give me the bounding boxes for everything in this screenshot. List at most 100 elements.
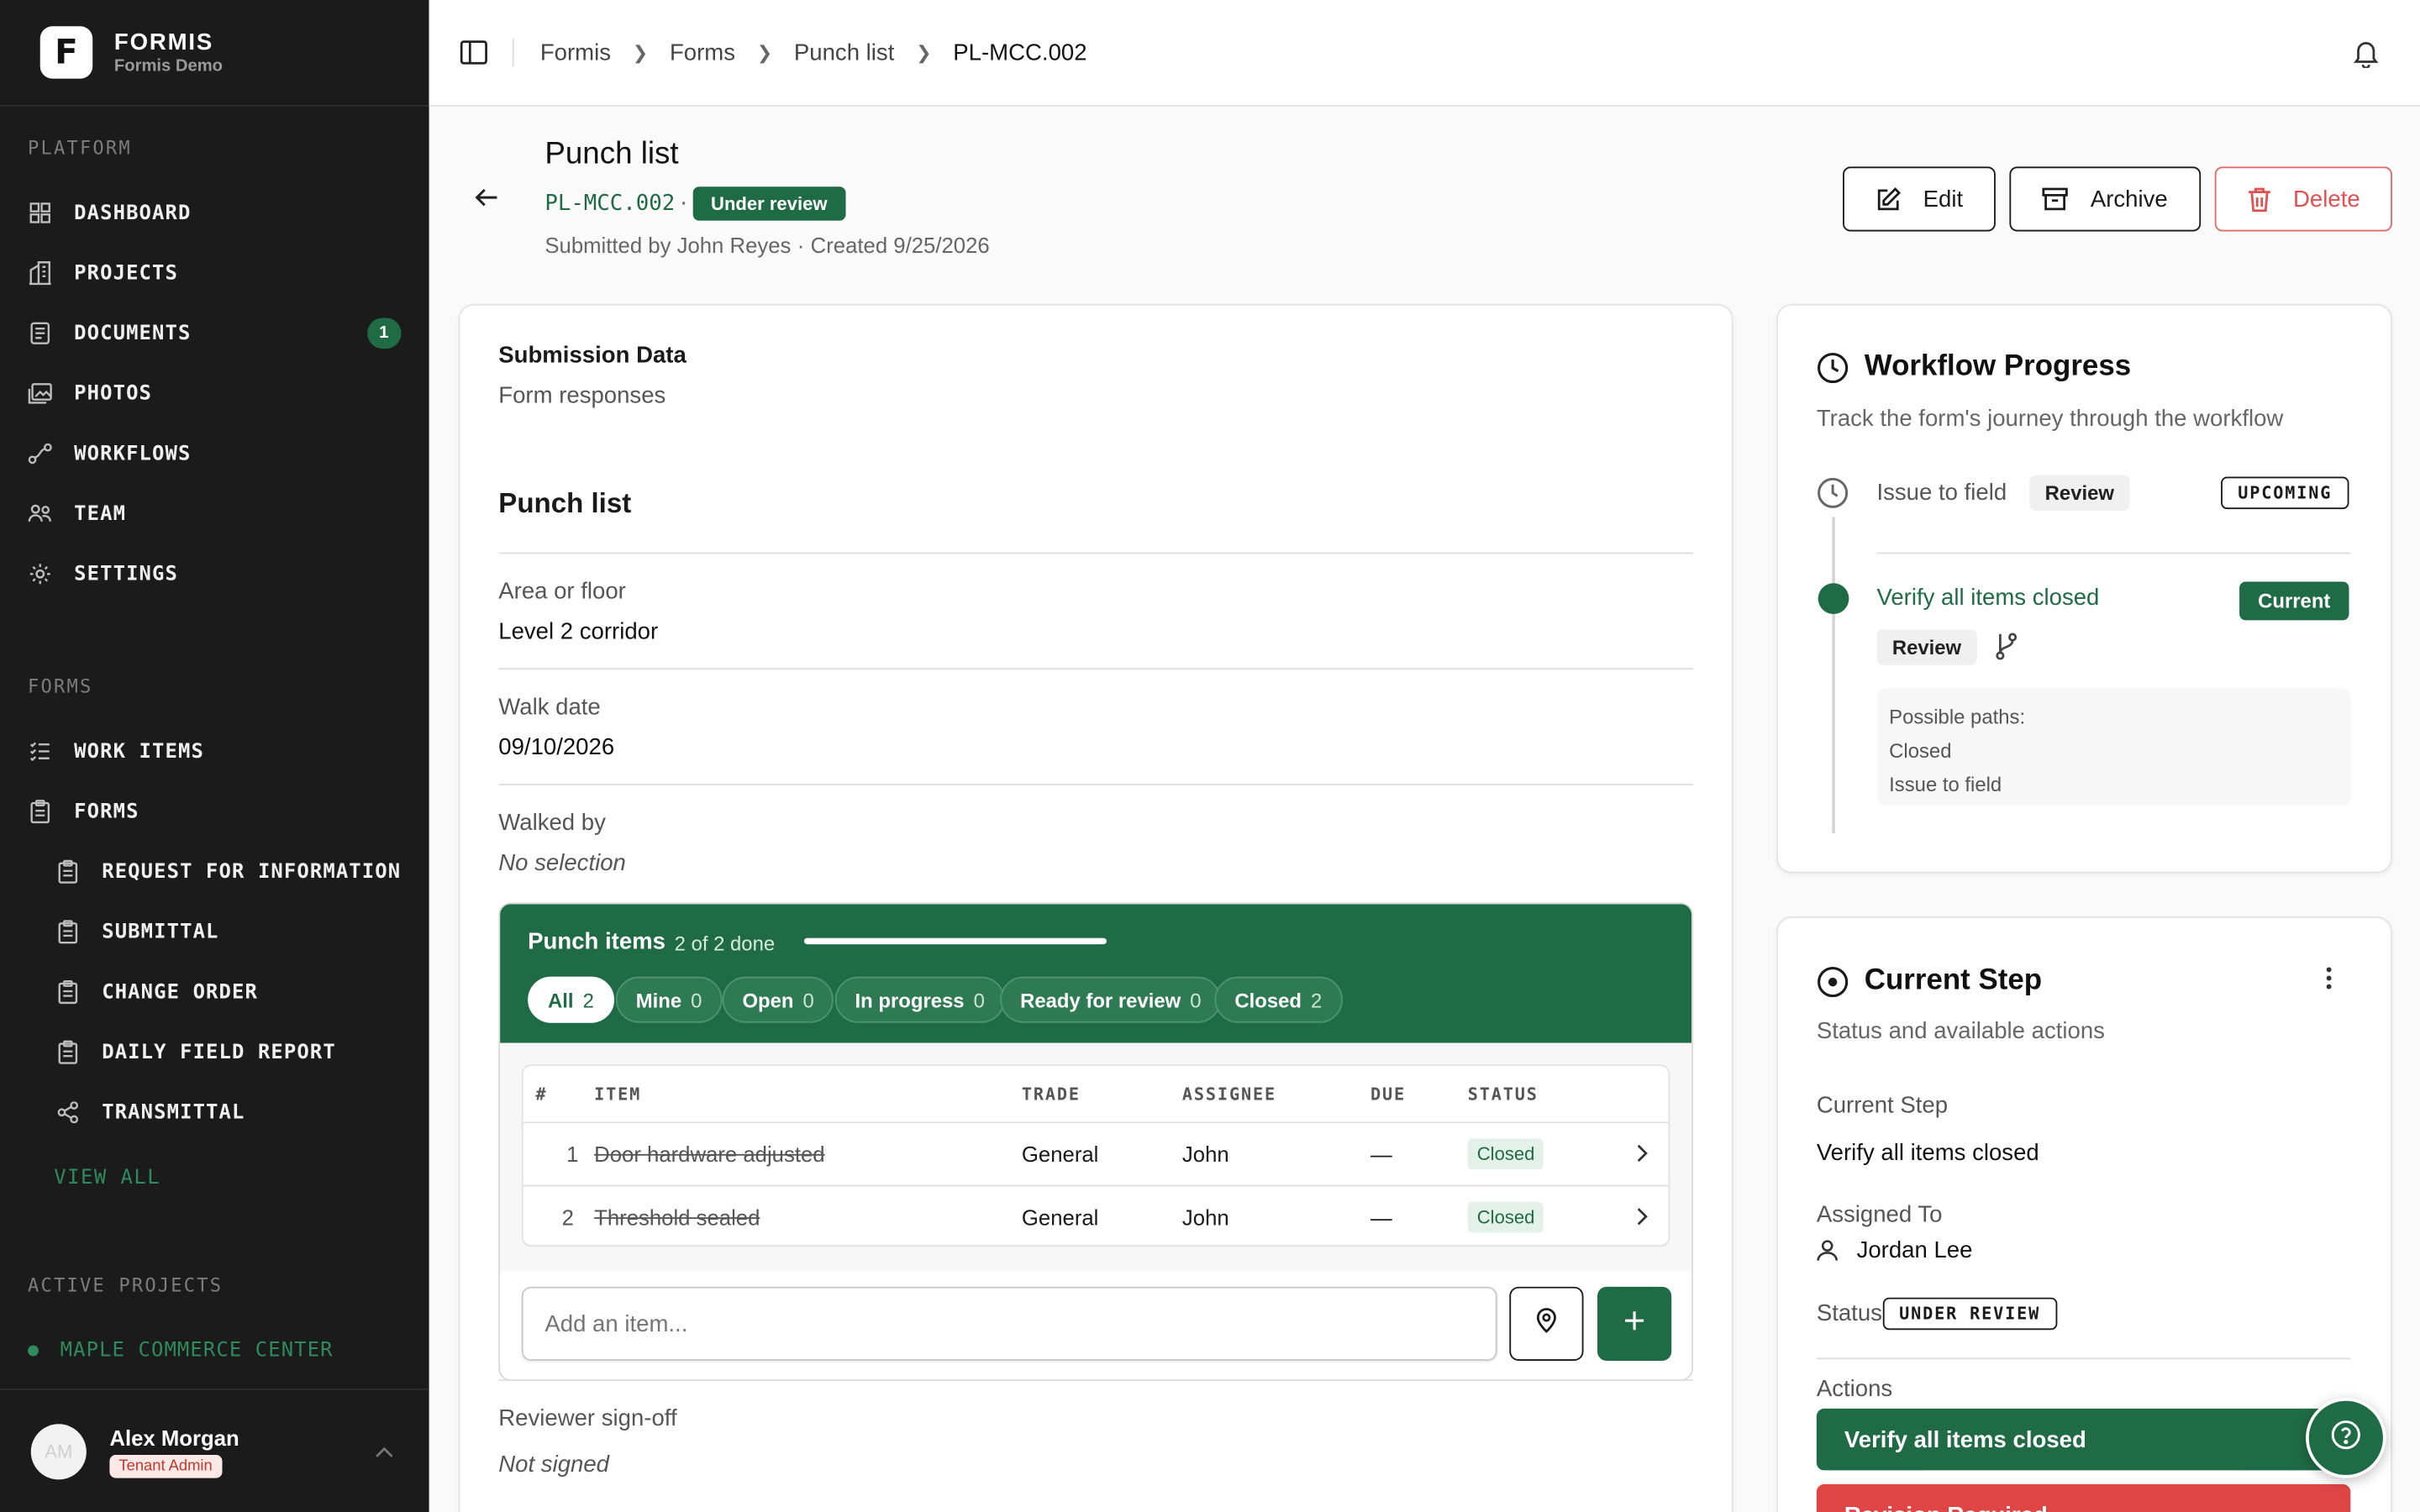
sidebar-toggle-icon[interactable] [460,40,487,65]
user-icon [1817,1239,1839,1263]
bell-icon[interactable] [2352,39,2380,76]
sidebar-item-label: WORK ITEMS [74,739,204,764]
created-date: Created 9/25/2026 [810,233,990,258]
section-label-platform: PLATFORM [28,137,132,160]
assigned-to-label: Assigned To [1816,1201,1943,1229]
archive-label: Archive [2090,186,2168,213]
breadcrumb-forms[interactable]: Forms [670,39,735,66]
add-item-input[interactable] [521,1286,1497,1361]
sidebar-item-label: DASHBOARD [74,201,192,225]
back-arrow-icon[interactable] [474,185,498,218]
brand[interactable]: F FORMIS Formis Demo [0,0,429,107]
separator-dot: · [679,189,688,217]
submission-subtitle: Form responses [498,382,666,409]
delete-button[interactable]: Delete [2214,166,2392,232]
clipboard-icon [55,859,80,884]
revision-required-button[interactable]: Revision Required [1816,1483,2351,1512]
field-label-walked-by: Walked by [498,810,606,837]
possible-paths: Possible paths: Closed Issue to field [1876,688,2351,806]
chevron-right-icon[interactable] [1636,1206,1649,1234]
sidebar-item-change-order[interactable]: CHANGE ORDER [0,966,429,1018]
sidebar-item-label: TRANSMITTAL [102,1100,245,1125]
gear-icon [28,562,52,586]
list-icon [28,739,52,764]
row-item: Threshold sealed [594,1205,760,1230]
branch-icon [1994,633,2018,668]
workflow-subtitle: Track the form's journey through the wor… [1816,406,2284,433]
sidebar-item-daily-field-report[interactable]: DAILY FIELD REPORT [0,1026,429,1078]
submitted-by: Submitted by John Reyes [544,233,792,258]
divider [1816,1357,2351,1360]
active-project-name: MAPLE COMMERCE CENTER [60,1339,334,1362]
column-header-assignee: ASSIGNEE [1181,1084,1276,1105]
chevron-right-icon[interactable] [1636,1143,1649,1171]
current-step-subtitle: Status and available actions [1816,1018,2105,1045]
table-row[interactable]: 1 Door hardware adjusted General John — … [523,1123,1669,1184]
filter-ready-for-review[interactable]: Ready for review 0 [1000,976,1222,1023]
sidebar-item-label: SETTINGS [74,562,178,586]
filter-open[interactable]: Open 0 [722,976,834,1023]
verify-all-items-closed-button[interactable]: Verify all items closed [1816,1408,2351,1471]
sidebar-item-settings[interactable]: SETTINGS [0,548,429,600]
sidebar-item-documents[interactable]: DOCUMENTS 1 [0,307,429,360]
timeline-line [1832,509,1835,833]
sidebar-item-workflows[interactable]: WORKFLOWS [0,428,429,480]
current-step-title: Current Step [1817,964,2042,998]
sidebar-item-label: DAILY FIELD REPORT [102,1040,336,1064]
sidebar-item-label: SUBMITTAL [102,920,219,944]
chevron-up-icon[interactable] [373,1440,395,1467]
doc-id-row: PL-MCC.002 · Under review [544,186,846,221]
filter-mine[interactable]: Mine 0 [615,976,723,1023]
paths-label: Possible paths: [1889,705,2026,728]
row-assignee: John [1181,1205,1229,1230]
add-item-button[interactable] [1597,1286,1672,1361]
column-header-item: ITEM [594,1084,642,1105]
filter-closed[interactable]: Closed 2 [1214,976,1343,1023]
sidebar-item-rfi[interactable]: REQUEST FOR INFORMATION [0,846,429,898]
filter-all[interactable]: All 2 [528,976,614,1023]
location-button[interactable] [1509,1286,1584,1361]
breadcrumb-punch-list[interactable]: Punch list [794,39,894,66]
divider [498,552,1693,554]
chevron-right-icon: ❯ [632,41,649,64]
sidebar-item-dashboard[interactable]: DASHBOARD [0,186,429,239]
section-title-text: Workflow Progress [1864,349,2132,383]
status-badge: Under review [692,186,846,221]
view-all-link[interactable]: VIEW ALL [54,1167,160,1190]
divider [498,1379,1693,1381]
submission-meta: Submitted by John Reyes · Created 9/25/202… [544,233,990,258]
active-project-link[interactable]: MAPLE COMMERCE CENTER [28,1339,334,1362]
table-row[interactable]: 2 Threshold sealed General John — Closed [523,1186,1669,1247]
breadcrumb-formis[interactable]: Formis [540,39,611,66]
row-item: Door hardware adjusted [594,1142,825,1167]
progress-fill [803,937,1107,945]
project-status-dot [28,1345,39,1357]
user-menu[interactable]: AM Alex Morgan Tenant Admin [0,1389,429,1512]
sidebar-item-photos[interactable]: PHOTOS [0,367,429,419]
punch-items-title: Punch items [528,928,666,955]
actions-label: Actions [1816,1376,1893,1403]
more-vertical-icon[interactable] [2324,966,2333,999]
help-icon [2330,1419,2361,1457]
row-trade: General [1021,1142,1099,1167]
sidebar-item-work-items[interactable]: WORK ITEMS [0,725,429,777]
sidebar-item-label: FORMS [74,800,139,823]
divider [498,668,1693,670]
sidebar-item-forms[interactable]: FORMS [0,785,429,837]
sidebar-item-team[interactable]: TEAM [0,487,429,539]
status-badge: UNDER REVIEW [1881,1297,2058,1331]
step-tag-review: Review [1876,629,1977,665]
help-button[interactable] [2306,1398,2386,1478]
row-due: — [1370,1142,1392,1167]
divider [1876,552,2351,554]
edit-button[interactable]: Edit [1843,166,1996,232]
breadcrumb: Formis ❯ Forms ❯ Punch list ❯ PL-MCC.002 [540,39,1087,66]
sidebar-item-submittal[interactable]: SUBMITTAL [0,906,429,958]
sidebar-item-projects[interactable]: PROJECTS [0,247,429,299]
team-icon [28,501,52,526]
filter-in-progress[interactable]: In progress 0 [834,976,1005,1023]
archive-button[interactable]: Archive [2009,166,2202,232]
sidebar-item-transmittal[interactable]: TRANSMITTAL [0,1086,429,1138]
field-value-area: Level 2 corridor [498,618,659,645]
row-num: 2 [561,1205,574,1230]
